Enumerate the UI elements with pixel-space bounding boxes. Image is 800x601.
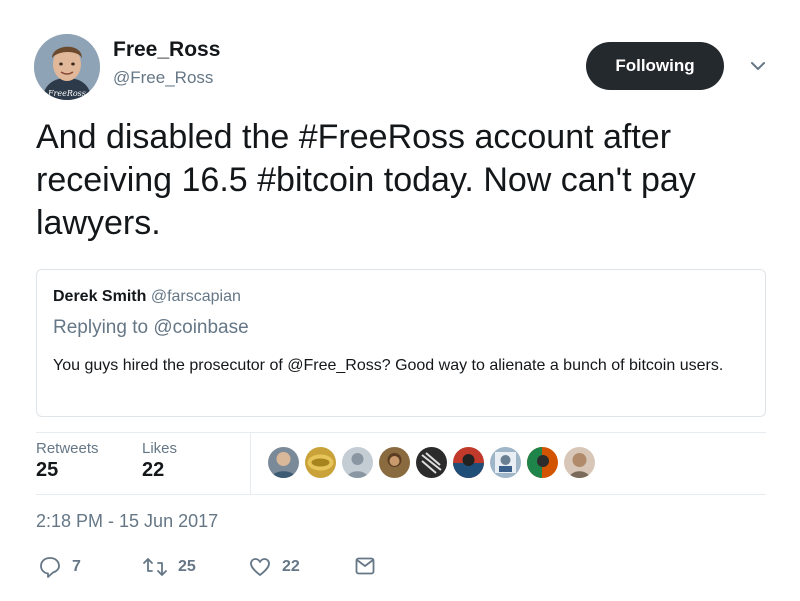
divider [36,494,766,495]
replying-to: Replying to @coinbase [53,317,249,339]
quoted-author-name: Derek Smith [53,288,147,305]
retweets-value: 25 [36,459,59,481]
svg-text:FreeRoss: FreeRoss [47,89,86,98]
liker-avatar[interactable] [527,447,558,478]
reply-count: 7 [72,558,81,575]
liker-avatar[interactable] [305,447,336,478]
quoted-tweet-text: You guys hired the prosecutor of @Free_R… [53,357,724,374]
likes-value: 22 [142,459,165,481]
chevron-down-icon[interactable] [748,58,768,74]
liker-avatar[interactable] [453,447,484,478]
author-handle[interactable]: @Free_Ross [113,68,213,88]
liker-avatar[interactable] [379,447,410,478]
likes-stat[interactable]: Likes 22 [142,440,177,482]
replying-to-prefix: Replying to [53,317,154,338]
liker-avatar[interactable] [490,447,521,478]
liker-avatar[interactable] [416,447,447,478]
heart-icon [248,555,272,579]
tweet-card: FreeRoss Free_Ross @Free_Ross Following … [0,0,800,601]
direct-message-action[interactable] [354,555,376,577]
liker-avatar[interactable] [342,447,373,478]
retweets-stat[interactable]: Retweets 25 [36,440,99,482]
quoted-tweet-author: Derek Smith @farscapian [53,288,241,306]
following-button[interactable]: Following [586,42,724,90]
quoted-author-handle: @farscapian [150,288,241,305]
retweet-action[interactable]: 25 [142,555,196,579]
likes-label: Likes [142,440,178,457]
tweet-text: And disabled the #FreeRoss account after… [36,118,696,242]
liker-avatar[interactable] [268,447,299,478]
liker-avatars [268,447,595,479]
author-avatar[interactable]: FreeRoss [34,34,100,100]
retweet-count: 25 [178,558,196,575]
liker-avatar[interactable] [564,447,595,478]
author-name[interactable]: Free_Ross [113,38,220,62]
quoted-tweet[interactable]: Derek Smith @farscapian Replying to @coi… [36,269,766,417]
reply-action[interactable]: 7 [38,555,81,579]
tweet-timestamp[interactable]: 2:18 PM - 15 Jun 2017 [36,511,218,532]
replying-to-mention[interactable]: @coinbase [153,317,248,338]
divider [36,432,766,433]
reply-icon [38,555,62,579]
like-count: 22 [282,558,300,575]
envelope-icon [354,555,376,577]
retweet-icon [142,555,168,579]
retweets-label: Retweets [36,440,99,457]
like-action[interactable]: 22 [248,555,300,579]
stat-separator [250,433,251,494]
